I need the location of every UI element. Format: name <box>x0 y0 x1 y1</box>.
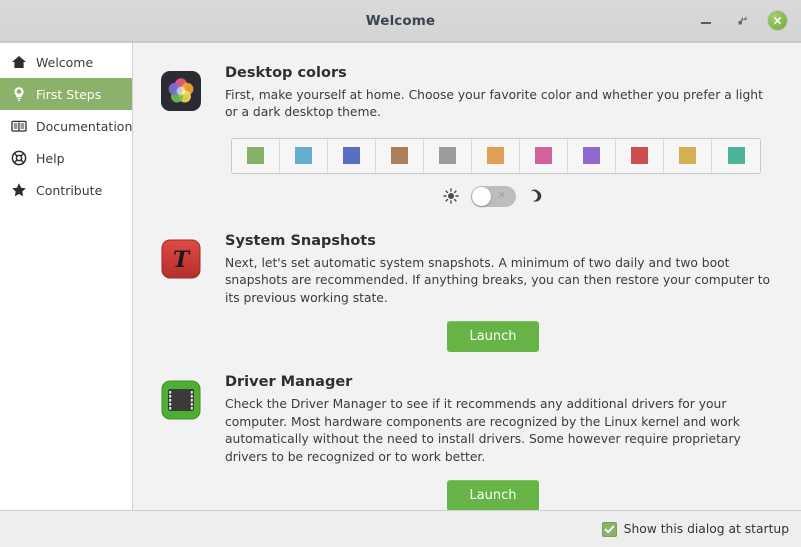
color-palette[interactable] <box>231 137 761 174</box>
section-title: Desktop colors <box>225 65 347 81</box>
section-description: Next, let's set automatic system snapsho… <box>225 255 771 305</box>
section-description: First, make yourself at home. Choose you… <box>225 88 763 120</box>
chip-icon <box>161 374 207 510</box>
welcome-window: Welcome × Welcome First Steps Documentat… <box>0 0 801 547</box>
swatch-fill <box>487 147 504 165</box>
color-swatch-purple[interactable] <box>568 138 616 173</box>
star-icon <box>10 182 27 199</box>
show-at-startup-checkbox[interactable]: Show this dialog at startup <box>601 521 789 537</box>
bottom-bar: Show this dialog at startup <box>0 510 801 547</box>
window-controls: × <box>696 11 801 31</box>
sidebar-item-welcome[interactable]: Welcome <box>0 46 132 78</box>
color-swatch-aqua[interactable] <box>280 138 328 173</box>
color-swatch-orange[interactable] <box>472 138 520 173</box>
title-bar: Welcome × <box>0 0 801 42</box>
color-swatch-pink[interactable] <box>520 138 568 173</box>
toggle-knob <box>471 186 491 206</box>
color-wheel-icon <box>161 65 207 207</box>
window-body: Welcome First Steps Documentation Help C… <box>0 42 801 510</box>
section-description: Check the Driver Manager to see if it re… <box>225 397 741 464</box>
home-icon <box>10 54 27 71</box>
launch-driver-manager-button[interactable]: Launch <box>447 480 539 510</box>
swatch-fill <box>631 147 648 165</box>
close-button[interactable]: × <box>768 11 787 30</box>
checkbox-box[interactable] <box>601 521 617 537</box>
life-ring-icon <box>10 150 27 167</box>
swatch-fill <box>679 147 696 165</box>
sidebar-item-first-steps[interactable]: First Steps <box>0 78 132 110</box>
color-swatch-sand[interactable] <box>664 138 712 173</box>
window-title: Welcome <box>365 12 436 29</box>
toggle-off-mark: × <box>497 190 506 201</box>
minimize-button[interactable] <box>696 11 716 31</box>
color-swatch-green[interactable] <box>232 138 280 173</box>
swatch-fill <box>535 147 552 165</box>
sidebar-item-label: Welcome <box>36 54 94 70</box>
swatch-fill <box>439 147 456 165</box>
sidebar-item-documentation[interactable]: Documentation <box>0 110 132 142</box>
color-swatch-teal[interactable] <box>712 139 760 173</box>
svg-text:T: T <box>173 247 191 273</box>
sidebar-item-help[interactable]: Help <box>0 142 132 174</box>
swatch-fill <box>247 147 264 165</box>
sidebar-item-label: Help <box>36 150 65 166</box>
show-at-startup-label: Show this dialog at startup <box>623 522 789 536</box>
theme-toggle-row: × <box>225 185 761 207</box>
timeshift-icon: T <box>161 233 207 352</box>
sidebar-item-label: Contribute <box>36 182 103 198</box>
maximize-button[interactable] <box>732 11 752 31</box>
moon-icon <box>527 188 544 205</box>
section-title: Driver Manager <box>225 374 353 391</box>
dark-theme-toggle[interactable]: × <box>470 185 516 207</box>
swatch-fill <box>727 147 745 165</box>
sun-icon <box>443 188 460 205</box>
swatch-fill <box>583 147 600 165</box>
swatch-fill <box>343 147 360 165</box>
sidebar-item-label: First Steps <box>36 86 102 102</box>
section-driver-manager: Driver Manager Check the Driver Manager … <box>161 374 771 510</box>
launch-system-snapshots-button[interactable]: Launch <box>447 321 539 353</box>
color-swatch-brown[interactable] <box>376 138 424 173</box>
swatch-fill <box>391 147 408 165</box>
color-swatch-blue[interactable] <box>328 138 376 173</box>
sidebar-item-label: Documentation <box>36 118 133 134</box>
section-title: System Snapshots <box>225 232 376 249</box>
color-swatch-red[interactable] <box>616 138 664 173</box>
close-icon: × <box>772 13 783 27</box>
check-icon <box>604 525 614 533</box>
lightbulb-icon <box>10 86 27 103</box>
section-system-snapshots: T System Snapshots Next, let's set autom… <box>161 232 771 353</box>
content-area[interactable]: Desktop colors First, make yourself at h… <box>133 43 801 510</box>
section-desktop-colors: Desktop colors First, make yourself at h… <box>161 65 771 207</box>
color-swatch-grey[interactable] <box>424 138 472 173</box>
swatch-fill <box>295 147 312 165</box>
sidebar: Welcome First Steps Documentation Help C… <box>0 43 133 510</box>
book-icon <box>10 118 27 135</box>
sidebar-item-contribute[interactable]: Contribute <box>0 174 132 206</box>
